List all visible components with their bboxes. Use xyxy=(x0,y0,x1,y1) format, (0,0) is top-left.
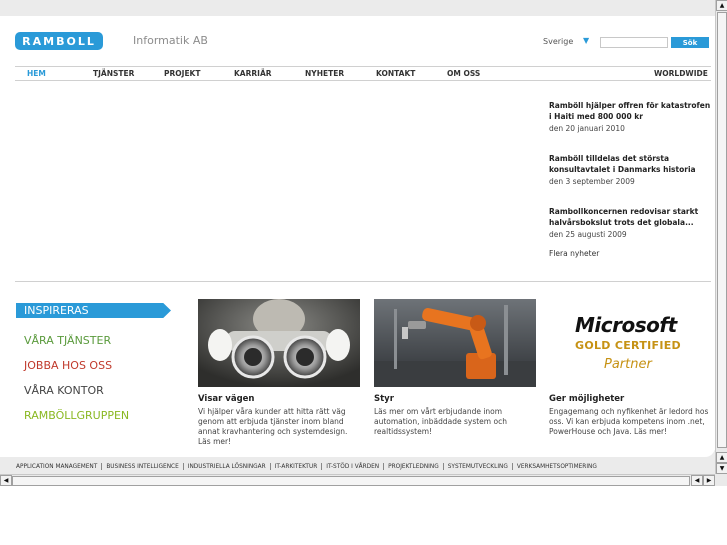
nav-item-worldwide[interactable]: WORLDWIDE xyxy=(654,69,708,78)
nav-item-tjanster[interactable]: TJÄNSTER xyxy=(93,69,134,78)
section-divider xyxy=(15,281,711,282)
feature-visar-vagen[interactable]: Visar vägen Vi hjälper våra kunder att h… xyxy=(198,299,360,447)
main-navigation: HEM TJÄNSTER PROJEKT KARRIÄR NYHETER KON… xyxy=(15,66,711,81)
news-date: den 25 augusti 2009 xyxy=(549,230,627,239)
news-title[interactable]: Ramböll tilldelas det största konsultavt… xyxy=(549,153,714,175)
news-title[interactable]: Ramböll hjälper offren för katastrofen i… xyxy=(549,100,714,122)
footer-link-it-stod-i-varden[interactable]: IT-STÖD I VÅRDEN xyxy=(326,464,379,470)
scroll-down-icon[interactable]: ▼ xyxy=(716,463,727,474)
nav-item-karriar[interactable]: KARRIÄR xyxy=(234,69,272,78)
microsoft-gold-partner-logo[interactable]: Microsoft GOLD CERTIFIED Partner xyxy=(549,299,711,387)
footer-link-business-intelligence[interactable]: BUSINESS INTELLIGENCE xyxy=(106,464,178,470)
footer-separator xyxy=(321,463,323,470)
company-name: Informatik AB xyxy=(133,34,208,47)
feature-text: Läs mer om vårt erbjudande inom automati… xyxy=(374,407,507,436)
vertical-scrollbar[interactable]: ▲ ▲ ▼ xyxy=(715,0,727,474)
scroll-left-icon[interactable]: ◀ xyxy=(691,475,703,486)
nav-item-om-oss[interactable]: OM OSS xyxy=(447,69,480,78)
dropdown-arrow-icon[interactable]: ▼ xyxy=(583,36,589,45)
menu-item-vara-kontor[interactable]: VÅRA KONTOR xyxy=(16,378,171,403)
feature-title[interactable]: Visar vägen xyxy=(198,394,360,404)
footer-link-projektledning[interactable]: PROJEKTLEDNING xyxy=(388,464,439,470)
news-date: den 3 september 2009 xyxy=(549,177,635,186)
nav-item-hem[interactable]: HEM xyxy=(27,69,46,78)
scroll-right-icon[interactable]: ▶ xyxy=(703,475,715,486)
nav-item-projekt[interactable]: PROJEKT xyxy=(164,69,201,78)
footer-link-systemutveckling[interactable]: SYSTEMUTVECKLING xyxy=(448,464,508,470)
country-selector[interactable]: Sverige xyxy=(543,37,573,46)
feature-text: Vi hjälper våra kunder att hitta rätt vä… xyxy=(198,407,348,446)
scrollbar-corner xyxy=(715,474,727,486)
footer-link-verksamhetsoptimering[interactable]: VERKSAMHETSOPTIMERING xyxy=(517,464,597,470)
page-background-top xyxy=(0,0,715,16)
search-input[interactable] xyxy=(600,37,668,48)
footer-separator xyxy=(269,463,271,470)
gold-certified-text: GOLD CERTIFIED xyxy=(575,339,681,352)
menu-item-jobba-hos-oss[interactable]: JOBBA HOS OSS xyxy=(16,353,171,378)
news-item[interactable]: Rambollkoncernen redovisar starkt halvår… xyxy=(549,206,714,240)
horizontal-scroll-thumb[interactable] xyxy=(12,476,690,486)
news-date: den 20 januari 2010 xyxy=(549,124,625,133)
binoculars-image[interactable] xyxy=(198,299,360,387)
menu-item-rambollgruppen[interactable]: RAMBÖLLGRUPPEN xyxy=(16,403,171,428)
feature-text: Engagemang och nyfikenhet är ledord hos … xyxy=(549,407,709,436)
left-menu: INSPIRERAS VÅRA TJÄNSTER JOBBA HOS OSS V… xyxy=(16,303,171,428)
footer-link-it-arkitektur[interactable]: IT-ARKITEKTUR xyxy=(275,464,318,470)
ramboll-logo[interactable]: RAMBOLL xyxy=(15,32,103,50)
microsoft-wordmark: Microsoft xyxy=(575,313,677,337)
news-item[interactable]: Ramböll hjälper offren för katastrofen i… xyxy=(549,100,714,134)
more-news-link[interactable]: Flera nyheter xyxy=(549,249,599,258)
news-list: Ramböll hjälper offren för katastrofen i… xyxy=(549,100,714,259)
menu-item-vara-tjanster[interactable]: VÅRA TJÄNSTER xyxy=(16,328,171,353)
footer-link-industriella-losningar[interactable]: INDUSTRIELLA LÖSNINGAR xyxy=(188,464,266,470)
feature-ger-mojligheter[interactable]: Microsoft GOLD CERTIFIED Partner Ger möj… xyxy=(549,299,711,437)
search-button[interactable]: Sök xyxy=(671,37,709,48)
scroll-left-icon[interactable]: ◀ xyxy=(0,475,12,486)
footer-separator xyxy=(442,463,444,470)
feature-title[interactable]: Styr xyxy=(374,394,536,404)
footer-separator xyxy=(182,463,184,470)
footer-separator xyxy=(511,463,513,470)
footer-links: APPLICATION MANAGEMENT BUSINESS INTELLIG… xyxy=(16,463,597,470)
robot-arm-image[interactable] xyxy=(374,299,536,387)
footer-separator xyxy=(383,463,385,470)
news-item[interactable]: Ramböll tilldelas det största konsultavt… xyxy=(549,153,714,187)
scroll-up-icon[interactable]: ▲ xyxy=(716,0,727,11)
news-title[interactable]: Rambollkoncernen redovisar starkt halvår… xyxy=(549,206,714,228)
footer-separator xyxy=(101,463,103,470)
horizontal-scrollbar[interactable]: ◀ ◀ ▶ xyxy=(0,474,715,486)
nav-item-kontakt[interactable]: KONTAKT xyxy=(376,69,415,78)
vertical-scroll-thumb[interactable] xyxy=(717,12,727,448)
menu-item-inspireras[interactable]: INSPIRERAS xyxy=(16,303,171,318)
partner-text: Partner xyxy=(604,357,652,372)
footer-link-application-management[interactable]: APPLICATION MANAGEMENT xyxy=(16,464,97,470)
scroll-up-icon[interactable]: ▲ xyxy=(716,452,727,463)
nav-item-nyheter[interactable]: NYHETER xyxy=(305,69,344,78)
feature-title[interactable]: Ger möjligheter xyxy=(549,394,711,404)
feature-styr[interactable]: Styr Läs mer om vårt erbjudande inom aut… xyxy=(374,299,536,437)
